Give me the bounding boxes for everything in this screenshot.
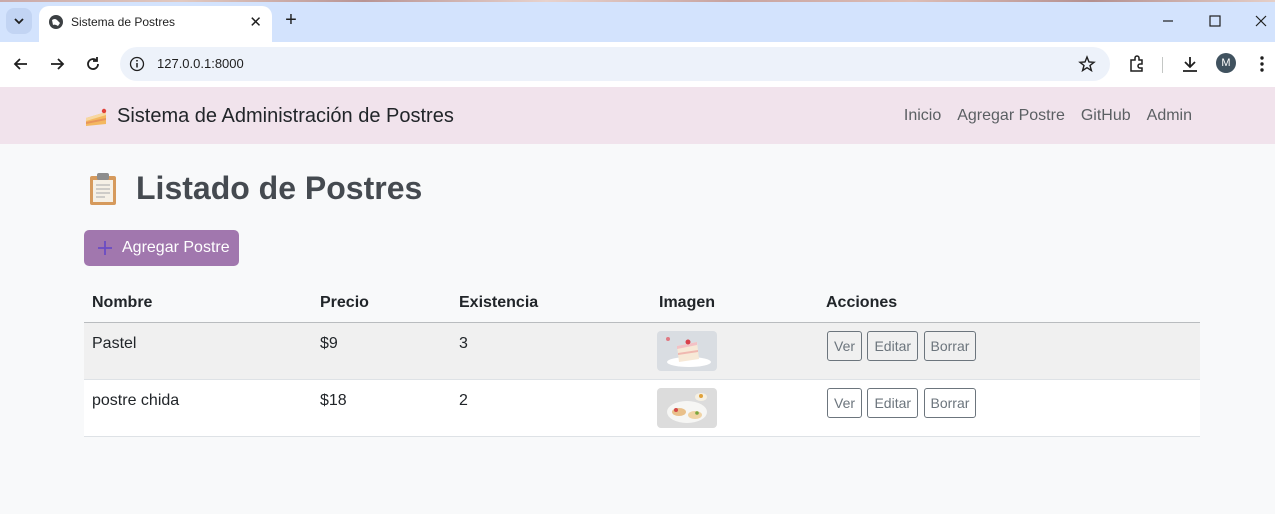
download-icon[interactable] — [1180, 54, 1200, 74]
page-title-text: Listado de Postres — [136, 170, 423, 206]
close-window-icon[interactable] — [1250, 10, 1272, 32]
add-dessert-button[interactable]: Agregar Postre — [84, 230, 239, 266]
app-navbar: Sistema de Administración de Postres Ini… — [0, 87, 1275, 144]
table-header-row: Nombre Precio Existencia Imagen Acciones — [84, 284, 1200, 323]
tab-search-button[interactable] — [6, 8, 32, 34]
clipboard-icon — [90, 172, 116, 205]
cell-existencia: 3 — [451, 322, 651, 380]
navbar-links: Inicio Agregar Postre GitHub Admin — [904, 107, 1192, 125]
maximize-icon[interactable] — [1204, 10, 1226, 32]
col-header-nombre: Nombre — [84, 284, 312, 323]
cell-imagen — [651, 322, 818, 380]
toolbar-separator — [1162, 57, 1163, 73]
cell-nombre: Pastel — [84, 322, 312, 380]
view-button[interactable]: Ver — [827, 387, 863, 418]
minimize-icon[interactable] — [1157, 10, 1179, 32]
col-header-imagen: Imagen — [651, 284, 818, 323]
site-info-icon[interactable] — [129, 56, 145, 72]
edit-button[interactable]: Editar — [867, 330, 919, 361]
delete-button[interactable]: Borrar — [923, 387, 977, 418]
browser-toolbar: 127.0.0.1:8000 M — [0, 42, 1275, 87]
nav-link-admin[interactable]: Admin — [1147, 107, 1192, 125]
page-title: Listado de Postres — [88, 170, 422, 207]
address-bar[interactable]: 127.0.0.1:8000 — [120, 47, 1110, 81]
col-header-precio: Precio — [312, 284, 451, 323]
cell-precio: $18 — [312, 379, 451, 437]
new-tab-button[interactable]: + — [281, 9, 301, 31]
browser-titlebar: Sistema de Postres ✕ + — [0, 0, 1275, 42]
globe-icon — [49, 15, 63, 29]
brand-text: Sistema de Administración de Postres — [117, 105, 454, 127]
table-row: Pastel $9 3 Ver Editar Borrar — [84, 322, 1200, 380]
nav-link-agregar-postre[interactable]: Agregar Postre — [957, 107, 1065, 125]
cell-nombre: postre chida — [84, 379, 312, 437]
extensions-icon[interactable] — [1127, 54, 1147, 74]
nav-link-inicio[interactable]: Inicio — [904, 107, 941, 125]
col-header-existencia: Existencia — [451, 284, 651, 323]
bookmark-star-icon[interactable] — [1078, 55, 1096, 73]
view-button[interactable]: Ver — [827, 330, 863, 361]
dessert-thumbnail[interactable] — [657, 330, 717, 371]
cell-imagen — [651, 379, 818, 437]
desserts-table: Nombre Precio Existencia Imagen Acciones… — [84, 284, 1200, 437]
delete-button[interactable]: Borrar — [923, 330, 977, 361]
chevron-down-icon — [14, 18, 24, 25]
profile-avatar[interactable]: M — [1216, 53, 1236, 73]
table-row: postre chida $18 2 Ver Editar Borrar — [84, 379, 1200, 437]
back-arrow-icon[interactable] — [10, 53, 32, 75]
edit-button[interactable]: Editar — [867, 387, 919, 418]
cake-icon — [86, 108, 107, 126]
more-menu-icon[interactable] — [1252, 54, 1272, 74]
add-dessert-label: Agregar Postre — [122, 239, 230, 256]
url-text[interactable]: 127.0.0.1:8000 — [157, 56, 244, 71]
cell-acciones: Ver Editar Borrar — [818, 322, 1200, 380]
cell-existencia: 2 — [451, 379, 651, 437]
cell-acciones: Ver Editar Borrar — [818, 379, 1200, 437]
reload-icon[interactable] — [82, 53, 104, 75]
tab-title: Sistema de Postres — [71, 15, 176, 29]
cell-precio: $9 — [312, 322, 451, 380]
browser-tab[interactable]: Sistema de Postres ✕ — [39, 6, 272, 42]
plus-icon — [98, 241, 112, 255]
window-edge-strip — [0, 0, 1275, 2]
forward-arrow-icon[interactable] — [46, 53, 68, 75]
nav-link-github[interactable]: GitHub — [1081, 107, 1131, 125]
dessert-thumbnail[interactable] — [657, 387, 717, 428]
navbar-brand[interactable]: Sistema de Administración de Postres — [84, 105, 454, 128]
col-header-acciones: Acciones — [818, 284, 1200, 323]
close-tab-icon[interactable]: ✕ — [249, 13, 262, 31]
